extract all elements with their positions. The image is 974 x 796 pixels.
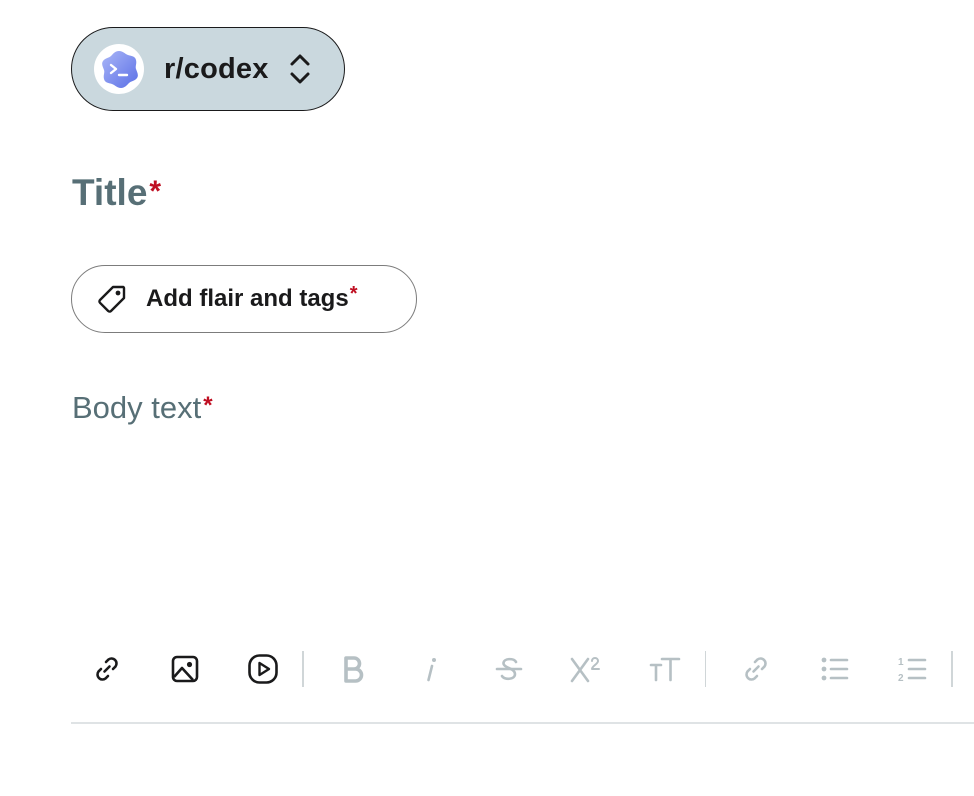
- chevron-updown-icon: [289, 51, 311, 87]
- heading-icon: [650, 657, 681, 682]
- svg-text:2: 2: [898, 673, 904, 684]
- codex-community-icon: [102, 51, 138, 88]
- video-icon: [247, 654, 278, 684]
- flair-required-mark: *: [349, 282, 358, 305]
- bold-button[interactable]: [325, 640, 382, 698]
- title-required-mark: *: [149, 175, 162, 208]
- insert-image-button[interactable]: [156, 640, 213, 698]
- superscript-button[interactable]: [559, 640, 616, 698]
- link-icon: [95, 657, 118, 681]
- superscript-icon: [570, 657, 601, 683]
- body-required-mark: *: [203, 392, 213, 419]
- formatting-toolbar: 1 2: [71, 640, 974, 698]
- svg-text:1: 1: [898, 657, 904, 668]
- heading-button[interactable]: [637, 640, 694, 698]
- community-name: r/codex: [164, 52, 269, 85]
- strikethrough-icon: [495, 657, 523, 681]
- body-text-input[interactable]: Body text *: [72, 390, 952, 610]
- toolbar-separator: [302, 651, 304, 687]
- toolbar-separator: [951, 651, 953, 687]
- italic-button[interactable]: [403, 640, 460, 698]
- link-icon: [745, 657, 767, 681]
- bold-icon: [344, 656, 364, 683]
- image-icon: [171, 655, 198, 683]
- tag-icon: [98, 285, 126, 313]
- numbered-list-button[interactable]: 1 2: [883, 640, 940, 698]
- title-input[interactable]: Title *: [72, 172, 161, 214]
- toolbar-divider: [71, 722, 974, 724]
- insert-link-button[interactable]: [78, 640, 135, 698]
- post-composer: r/codex Title * Add flair and tags * Body …: [0, 0, 974, 796]
- bulleted-list-button[interactable]: [805, 640, 862, 698]
- toolbar-separator: [704, 651, 707, 687]
- body-placeholder: Body text: [72, 390, 202, 425]
- insert-video-button[interactable]: [234, 640, 291, 698]
- strikethrough-button[interactable]: [481, 640, 538, 698]
- flair-label: Add flair and tags: [146, 285, 349, 312]
- numbered-list-icon: 1 2: [898, 657, 927, 684]
- italic-icon: [427, 658, 437, 682]
- add-flair-button[interactable]: Add flair and tags *: [71, 265, 417, 333]
- community-avatar: [94, 44, 144, 94]
- inline-link-button[interactable]: [727, 640, 784, 698]
- bulleted-list-icon: [821, 657, 849, 681]
- community-selector-button[interactable]: r/codex: [71, 27, 345, 111]
- title-placeholder: Title: [72, 172, 148, 213]
